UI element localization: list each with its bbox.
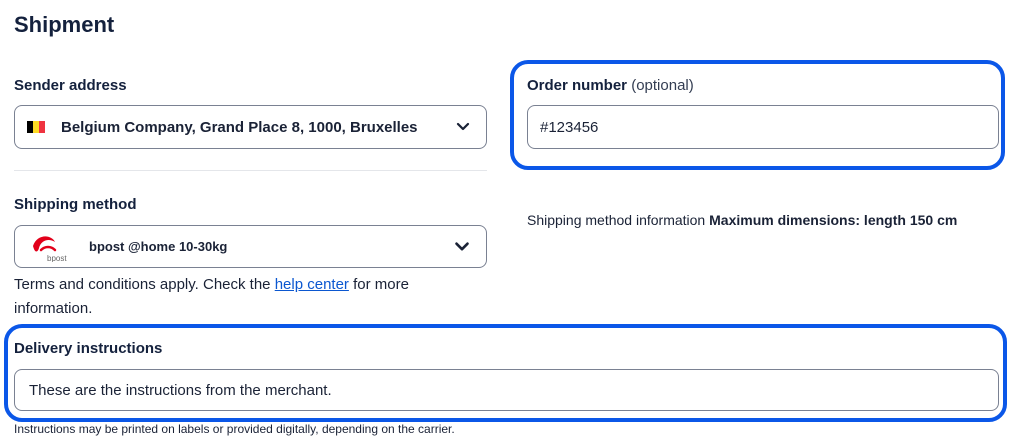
sender-address-select[interactable]: Belgium Company, Grand Place 8, 1000, Br… [14,105,487,149]
delivery-instructions-label: Delivery instructions [14,340,163,357]
section-divider [14,170,487,171]
order-number-label: Order number (optional) [527,77,694,94]
delivery-instructions-note: Instructions may be printed on labels or… [14,422,455,436]
delivery-instructions-value: These are the instructions from the merc… [29,381,332,399]
help-center-link[interactable]: help center [275,276,349,293]
shipping-method-select[interactable]: bpost bpost @home 10-30kg [14,225,487,268]
chevron-down-icon [456,122,470,131]
terms-text: Terms and conditions apply. Check the he… [14,276,409,317]
sender-address-value: Belgium Company, Grand Place 8, 1000, Br… [61,118,418,136]
chevron-down-icon [455,241,469,251]
shipping-method-info: Shipping method information Maximum dime… [527,212,958,228]
order-number-value: #123456 [540,118,599,136]
delivery-instructions-input[interactable]: These are the instructions from the merc… [14,369,999,411]
shipping-method-label: Shipping method [14,196,137,213]
bpost-logo-icon: bpost [33,235,67,262]
sender-address-label: Sender address [14,77,127,94]
page-title: Shipment [14,12,115,37]
optional-hint: (optional) [631,77,694,94]
shipping-method-value: bpost @home 10-30kg [89,239,228,254]
svg-text:bpost: bpost [47,254,67,262]
order-number-input[interactable]: #123456 [527,105,999,149]
belgium-flag-icon [27,121,45,133]
